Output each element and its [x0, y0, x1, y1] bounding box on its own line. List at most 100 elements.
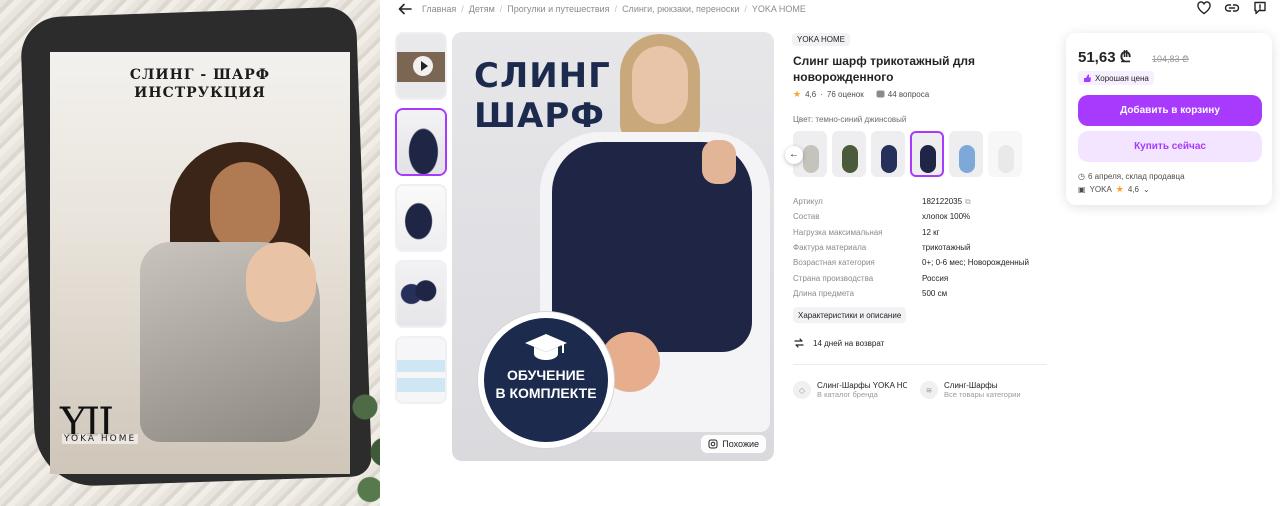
rating-row: ★ 4,6 · 76 оценок 44 вопроса: [793, 89, 929, 100]
delivery-text: 6 апреля, склад продавца: [1087, 172, 1185, 181]
specs-table: Артикул 182122035 ⧉ Состав хлопок 100% Нагр…: [793, 194, 1053, 301]
spec-key: Состав: [793, 212, 820, 222]
return-policy[interactable]: 14 дней на возврат: [793, 337, 884, 349]
breadcrumb-item[interactable]: Слинги, рюкзаки, переноски: [622, 4, 739, 14]
image-headline: СЛИНГ ШАРФ: [474, 56, 611, 136]
swatch-prev-button[interactable]: ←: [785, 146, 803, 164]
add-to-cart-button[interactable]: Добавить в корзину: [1078, 95, 1262, 126]
breadcrumb-item[interactable]: Прогулки и путешествия: [507, 4, 609, 14]
spec-key: Артикул: [793, 197, 823, 207]
seller-rating: 4,6: [1127, 185, 1139, 194]
thumbnail-item-active[interactable]: [395, 108, 447, 176]
brand-catalog-title: Слинг-Шарфы YOKA HO: [817, 381, 907, 390]
divider: [793, 364, 1047, 365]
swatch-image: [998, 145, 1014, 173]
training-included-badge: ОБУЧЕНИЕ В КОМПЛЕКТЕ: [478, 312, 614, 448]
buy-now-button[interactable]: Купить сейчас: [1078, 131, 1262, 162]
color-swatch[interactable]: [871, 131, 905, 177]
back-arrow-icon[interactable]: [396, 0, 414, 18]
color-swatches: [793, 131, 1022, 177]
price-card: 51,63 ₾ 104,83 ₾ Хорошая цена Добавить в…: [1066, 33, 1272, 205]
rating-dot: ·: [820, 90, 823, 99]
return-icon: [794, 338, 804, 348]
reviews-count[interactable]: 76 оценок: [827, 90, 864, 99]
brand-chip[interactable]: YOKA HOME: [792, 33, 851, 46]
brand-catalog-link[interactable]: ◇ Слинг-Шарфы YOKA HO В каталог бренда: [793, 376, 908, 404]
swatch-image: [920, 145, 936, 173]
spec-row: Длина предмета 500 см: [793, 286, 1053, 301]
badge-line2: В КОМПЛЕКТЕ: [495, 385, 597, 401]
tag-icon: ◇: [793, 381, 811, 399]
spec-value: 500 см: [922, 288, 948, 298]
thumbnail-video[interactable]: [395, 32, 447, 100]
spec-row: Нагрузка максимальная 12 кг: [793, 225, 1053, 240]
copy-icon[interactable]: ⧉: [965, 197, 971, 206]
brand-logo-text: YOKA HOME: [62, 434, 139, 444]
color-swatch-selected[interactable]: [910, 131, 944, 177]
spec-value: 0+; 0-6 мес; Новорожденный: [922, 258, 1029, 268]
thumbnail-list: [395, 32, 447, 412]
play-icon: [413, 56, 433, 76]
breadcrumb-item[interactable]: Главная: [422, 4, 456, 14]
spec-value: Россия: [922, 273, 949, 283]
swatch-image: [803, 145, 819, 173]
thumbnail-image: [397, 338, 445, 402]
color-swatch[interactable]: [988, 131, 1022, 177]
question-icon: [876, 90, 885, 98]
spec-value: хлопок 100%: [922, 212, 971, 222]
graduation-cap-icon: [525, 334, 567, 360]
rating-value[interactable]: 4,6: [805, 90, 816, 99]
breadcrumb-separator: /: [614, 4, 618, 14]
category-links: ◇ Слинг-Шарфы YOKA HO В каталог бренда ≋…: [793, 376, 1035, 404]
category-title: Слинг-Шарфы: [944, 381, 998, 390]
thumbnail-item[interactable]: [395, 336, 447, 404]
spec-value: 182122035 ⧉: [922, 194, 1053, 209]
seller-name: YOKA: [1089, 185, 1112, 194]
category-link[interactable]: ≋ Слинг-Шарфы Все товары категории: [920, 376, 1035, 404]
thumbnail-image: [397, 110, 445, 174]
spec-row: Страна производства Россия: [793, 270, 1053, 285]
article-number: 182122035: [922, 196, 963, 206]
image-headline-line2: ШАРФ: [474, 96, 605, 136]
delivery-info: ◷ 6 апреля, склад продавца: [1078, 172, 1185, 181]
color-swatch[interactable]: [949, 131, 983, 177]
similar-label: Похожие: [722, 439, 759, 449]
store-icon: ▣: [1078, 185, 1086, 194]
thumbnail-image: [397, 262, 445, 326]
similar-button[interactable]: Похожие: [701, 435, 766, 453]
photo-woman-face: [210, 162, 280, 252]
link-icon[interactable]: [1224, 0, 1240, 16]
color-swatch[interactable]: [832, 131, 866, 177]
good-price-label: Хорошая цена: [1095, 73, 1149, 83]
breadcrumb-separator: /: [744, 4, 747, 14]
spec-key: Фактура материала: [793, 243, 867, 253]
main-product-image[interactable]: СЛИНГ ШАРФ ОБУЧЕНИЕ В КОМПЛЕКТЕ Похожие: [452, 32, 774, 461]
category-sub: Все товары категории: [944, 390, 1021, 399]
heart-icon[interactable]: [1196, 0, 1212, 16]
instruction-card-title: СЛИНГ - ШАРФ ИНСТРУКЦИЯ: [50, 66, 350, 102]
photo-plant: [350, 362, 380, 506]
report-icon[interactable]: [1252, 0, 1268, 16]
instruction-title-line2: ИНСТРУКЦИЯ: [134, 85, 266, 101]
breadcrumb-item[interactable]: YOKA HOME: [752, 4, 806, 14]
top-actions: [1196, 0, 1268, 16]
thumbnail-item[interactable]: [395, 184, 447, 252]
clock-icon: ◷: [1078, 172, 1085, 181]
questions-link[interactable]: 44 вопроса: [876, 90, 929, 99]
seller-info[interactable]: ▣ YOKA ★ 4,6 ⌄: [1078, 184, 1150, 195]
questions-count: 44 вопроса: [887, 90, 930, 99]
category-text: Слинг-Шарфы Все товары категории: [944, 381, 1034, 399]
thumbs-up-icon: [1084, 74, 1091, 82]
spec-row: Возрастная категория 0+; 0-6 мес; Новорож…: [793, 255, 1053, 270]
breadcrumb-separator: /: [461, 4, 464, 14]
thumbnail-item[interactable]: [395, 260, 447, 328]
characteristics-button[interactable]: Характеристики и описание: [793, 307, 907, 323]
good-price-badge: Хорошая цена: [1078, 71, 1154, 85]
model-hand: [702, 140, 736, 184]
spec-row: Фактура материала трикотажный: [793, 240, 1053, 255]
swatch-image: [959, 145, 975, 173]
breadcrumb-item[interactable]: Детям: [469, 4, 495, 14]
breadcrumb-separator: /: [499, 4, 503, 14]
badge-line1: ОБУЧЕНИЕ: [507, 367, 585, 383]
model-face: [632, 46, 688, 124]
